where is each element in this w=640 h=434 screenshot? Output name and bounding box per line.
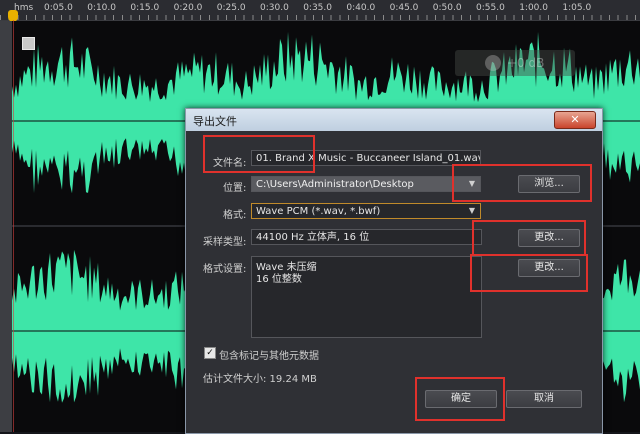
browse-button[interactable]: 浏览... [518, 175, 580, 193]
collapse-icon[interactable] [22, 37, 35, 50]
filename-input[interactable]: 01. Brand X Music - Buccaneer Island_01.… [251, 150, 481, 166]
close-button[interactable]: ✕ [554, 111, 596, 129]
ruler-minor-ticks [0, 15, 640, 20]
filename-label: 文件名: [213, 158, 247, 169]
ruler-tick-label: 0:30.0 [260, 3, 289, 13]
format-settings-label: 格式设置: [203, 264, 247, 275]
ruler-tick-label: 0:05.0 [44, 3, 73, 13]
change-format-settings-button[interactable]: 更改... [518, 259, 580, 277]
format-settings-line: Wave 未压缩 [256, 262, 317, 273]
timeline-ruler[interactable]: hms 0:05.0 0:10.0 0:15.0 0:20.0 0:25.0 0:30.0… [0, 0, 640, 22]
volume-value: +0 dB [507, 56, 545, 70]
playhead-line [13, 20, 14, 432]
include-markers-label: 包含标记与其他元数据 [219, 351, 319, 362]
ruler-tick-label: 0:35.0 [303, 3, 332, 13]
ruler-tick-label: 1:05.0 [562, 3, 592, 13]
ruler-tick-label: 0:45.0 [389, 3, 419, 13]
ruler-tick-label: 0:50.0 [432, 3, 462, 13]
volume-knob-icon[interactable] [485, 55, 501, 71]
dialog-title: 导出文件 [193, 115, 237, 128]
ruler-tick-label: 0:55.0 [476, 3, 505, 13]
format-settings-box: Wave 未压缩 16 位整数 [251, 256, 482, 338]
ruler-tick-label: 0:15.0 [130, 3, 160, 13]
format-label: 格式: [223, 210, 247, 221]
sample-type-value: 44100 Hz 立体声, 16 位 [251, 229, 482, 245]
ruler-tick-label: 0:20.0 [173, 3, 203, 13]
location-select[interactable]: C:\Users\Administrator\Desktop ▼ [251, 176, 481, 192]
ruler-tick-label: 0:25.0 [216, 3, 246, 13]
ruler-tick-label: 0:40.0 [346, 3, 376, 13]
sample-type-label: 采样类型: [203, 237, 247, 248]
chevron-down-icon: ▼ [468, 206, 476, 215]
ruler-tick-label: 1:00.0 [519, 3, 548, 13]
cancel-button[interactable]: 取消 [506, 390, 582, 408]
format-value: Wave PCM (*.wav, *.bwf) [256, 206, 381, 217]
estimated-size-text: 估计文件大小: 19.24 MB [203, 374, 317, 385]
volume-hud[interactable]: +0 dB [455, 50, 575, 76]
export-file-dialog: 导出文件 ✕ 文件名: 01. Brand X Music - Buccanee… [185, 108, 603, 434]
format-settings-line: 16 位整数 [256, 274, 302, 285]
include-markers-checkbox[interactable]: ✓ [204, 347, 216, 359]
location-value: C:\Users\Administrator\Desktop [256, 179, 414, 190]
location-label: 位置: [223, 183, 247, 194]
change-sample-type-button[interactable]: 更改... [518, 229, 580, 247]
dialog-titlebar[interactable]: 导出文件 ✕ [186, 109, 602, 131]
ok-button[interactable]: 确定 [425, 390, 497, 408]
ruler-tick-label: 0:10.0 [87, 3, 116, 13]
format-select[interactable]: Wave PCM (*.wav, *.bwf) ▼ [251, 203, 481, 219]
chevron-down-icon: ▼ [468, 179, 476, 188]
